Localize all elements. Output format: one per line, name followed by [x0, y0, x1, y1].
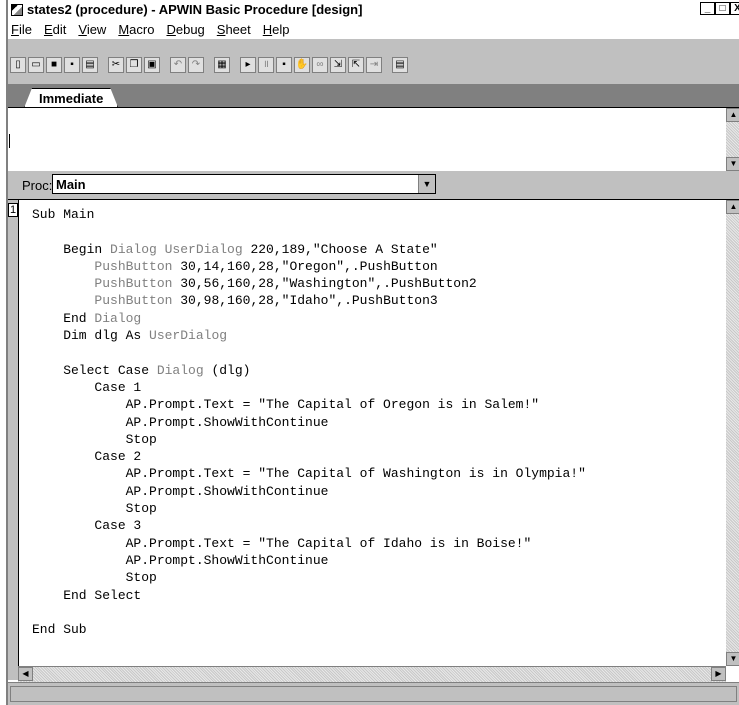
restore-button[interactable]: □: [715, 2, 730, 15]
tab-immediate[interactable]: Immediate: [24, 88, 118, 108]
toggle-breakpoint-icon[interactable]: ✋: [294, 57, 310, 73]
step-over-icon[interactable]: ⇱: [348, 57, 364, 73]
minimize-button[interactable]: _: [700, 2, 715, 15]
menu-bar: File Edit View Macro Debug Sheet Help: [8, 19, 739, 39]
proc-label: Proc:: [22, 178, 53, 193]
step-into-icon[interactable]: ⇲: [330, 57, 346, 73]
scroll-left-icon[interactable]: ◀: [18, 667, 33, 681]
code-text[interactable]: Sub Main Begin Dialog UserDialog 220,189…: [32, 206, 586, 638]
scroll-up-icon[interactable]: ▲: [726, 200, 739, 214]
paste-icon[interactable]: ▣: [144, 57, 160, 73]
scroll-down-icon[interactable]: ▼: [726, 652, 739, 666]
status-panel: [10, 686, 737, 702]
new-file-icon[interactable]: ▯: [10, 57, 26, 73]
menu-macro[interactable]: Macro: [118, 22, 154, 37]
menu-file[interactable]: File: [11, 22, 32, 37]
editor-hscrollbar[interactable]: ◀ ▶: [18, 666, 726, 682]
print-icon[interactable]: ▤: [82, 57, 98, 73]
line-gutter: 1: [8, 200, 19, 680]
step-out-icon[interactable]: ⇥: [366, 57, 382, 73]
copy-icon[interactable]: ❐: [126, 57, 142, 73]
sheet-icon[interactable]: ▤: [392, 57, 408, 73]
proc-dropdown[interactable]: Main ▼: [52, 174, 436, 194]
window-title: states2 (procedure) - APWIN Basic Proced…: [27, 2, 363, 17]
undo-icon[interactable]: ↶: [170, 57, 186, 73]
menu-edit[interactable]: Edit: [44, 22, 66, 37]
open-folder-icon[interactable]: ▭: [28, 57, 44, 73]
save-all-icon[interactable]: ▪: [64, 57, 80, 73]
line-number: 1: [8, 203, 18, 217]
code-editor[interactable]: 1 Sub Main Begin Dialog UserDialog 220,1…: [8, 199, 739, 682]
proc-value: Main: [56, 177, 86, 192]
scroll-down-icon[interactable]: ▼: [726, 157, 739, 171]
title-bar[interactable]: states2 (procedure) - APWIN Basic Proced…: [8, 0, 739, 19]
toolbar: ▯ ▭ ■ ▪ ▤ ✂ ❐ ▣ ↶ ↷ ▦ ▸ ॥ ▪ ✋ ∞ ⇲ ⇱ ⇥ ▤: [8, 39, 739, 85]
proc-bar: Proc: Main ▼: [8, 171, 739, 198]
run-icon[interactable]: ▸: [240, 57, 256, 73]
menu-sheet[interactable]: Sheet: [217, 22, 251, 37]
cut-icon[interactable]: ✂: [108, 57, 124, 73]
menu-view[interactable]: View: [78, 22, 106, 37]
save-icon[interactable]: ■: [46, 57, 62, 73]
menu-help[interactable]: Help: [263, 22, 290, 37]
text-cursor: [9, 134, 10, 148]
immediate-scrollbar[interactable]: ▲ ▼: [726, 108, 739, 171]
chevron-down-icon[interactable]: ▼: [418, 175, 435, 193]
dialog-editor-icon[interactable]: ▦: [214, 57, 230, 73]
quick-watch-icon[interactable]: ∞: [312, 57, 328, 73]
close-button[interactable]: X: [730, 2, 739, 15]
app-icon[interactable]: [11, 3, 23, 16]
stop-icon[interactable]: ▪: [276, 57, 292, 73]
status-bar: [8, 682, 739, 705]
immediate-tabstrip: Immediate: [8, 85, 739, 107]
editor-vscrollbar[interactable]: ▲ ▼: [726, 200, 739, 666]
redo-icon[interactable]: ↷: [188, 57, 204, 73]
app-window: states2 (procedure) - APWIN Basic Proced…: [6, 0, 739, 705]
scroll-right-icon[interactable]: ▶: [711, 667, 726, 681]
immediate-pane[interactable]: ▲ ▼: [8, 107, 739, 171]
menu-debug[interactable]: Debug: [166, 22, 204, 37]
pause-icon[interactable]: ॥: [258, 57, 274, 73]
scroll-up-icon[interactable]: ▲: [726, 108, 739, 122]
